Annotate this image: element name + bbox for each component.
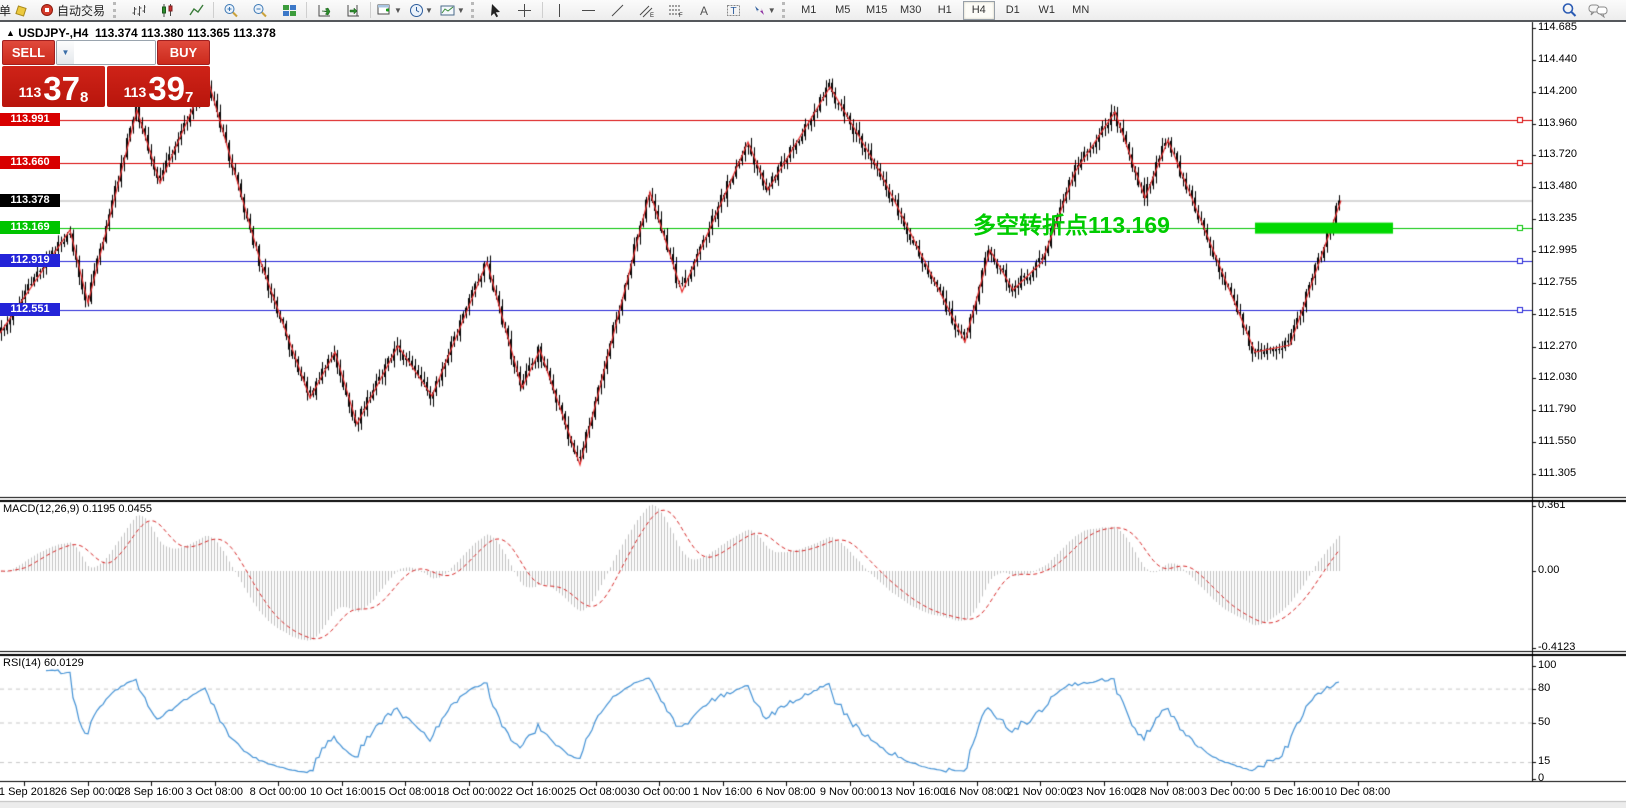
dropdown-caret: ▼ (768, 6, 776, 15)
buy-price-point: 7 (185, 91, 193, 105)
chat-button[interactable] (1584, 0, 1612, 21)
dropdown-caret: ▼ (457, 6, 465, 15)
buy-button[interactable]: BUY (157, 40, 210, 65)
period-dropdown[interactable]: ▼ (406, 0, 436, 21)
autotrading-icon (40, 3, 54, 17)
chart-canvas[interactable] (0, 0, 1626, 808)
sell-price-pips: 37 (43, 72, 80, 105)
new-order-button[interactable]: 单 (0, 0, 34, 21)
buy-price-bigfigure: 113 (124, 79, 147, 105)
fibonacci-button[interactable]: F (662, 0, 690, 21)
svg-text:A: A (700, 4, 708, 18)
template-icon (440, 3, 456, 18)
trendline-button[interactable] (604, 0, 632, 21)
zoom-in-button[interactable] (217, 0, 245, 21)
mt4-window: 单 自动交易 ▼ ▼ ▼ E F A T ▼ M1M5M1 (0, 0, 1626, 808)
new-order-icon (14, 4, 29, 17)
timeframe-button-d1[interactable]: D1 (997, 1, 1029, 20)
cursor-icon (488, 3, 503, 18)
tile-windows-icon (282, 3, 297, 18)
timeframe-button-h4[interactable]: H4 (963, 1, 995, 20)
horizontal-line-button[interactable] (575, 0, 603, 21)
volume-input[interactable] (74, 41, 156, 64)
sell-button[interactable]: SELL (2, 40, 55, 65)
text-label-button[interactable]: T (720, 0, 748, 21)
auto-scroll-button[interactable] (310, 0, 338, 21)
toolbar: 单 自动交易 ▼ ▼ ▼ E F A T ▼ M1M5M1 (0, 0, 1626, 22)
toolbar-drag-handle[interactable] (471, 2, 479, 18)
candlestick-chart-icon (160, 3, 175, 18)
line-chart-icon (189, 3, 204, 18)
autotrading-label: 自动交易 (57, 2, 105, 19)
zoom-out-button[interactable] (246, 0, 274, 21)
vertical-line-button[interactable] (546, 0, 574, 21)
timeframe-button-m1[interactable]: M1 (793, 1, 825, 20)
toolbar-drag-handle[interactable] (782, 2, 790, 18)
clock-icon (409, 3, 424, 18)
toolbar-separator (542, 2, 543, 18)
timeframe-button-w1[interactable]: W1 (1031, 1, 1063, 20)
chart-shift-icon (346, 3, 361, 18)
timeframe-button-m15[interactable]: M15 (861, 1, 893, 20)
new-chart-icon (377, 3, 393, 18)
search-button[interactable] (1555, 0, 1583, 21)
crosshair-icon (517, 3, 532, 18)
dropdown-caret: ▼ (425, 6, 433, 15)
line-chart-button[interactable] (182, 0, 210, 21)
bar-chart-icon (131, 3, 146, 18)
template-dropdown[interactable]: ▼ (437, 0, 468, 21)
timeframe-button-mn[interactable]: MN (1065, 1, 1097, 20)
vertical-line-icon (552, 3, 567, 18)
svg-text:T: T (731, 6, 737, 17)
search-icon (1561, 2, 1578, 18)
svg-text:F: F (679, 13, 683, 18)
text-icon: A (697, 3, 712, 18)
zoom-in-icon (223, 3, 239, 18)
arrows-dropdown[interactable]: ▼ (749, 0, 779, 21)
sell-price-bigfigure: 113 (19, 79, 42, 105)
sell-price-display[interactable]: 113 37 8 (2, 66, 105, 107)
equidistant-channel-button[interactable]: E (633, 0, 661, 21)
buy-price-display[interactable]: 113 39 7 (107, 66, 210, 107)
equidistant-channel-icon: E (639, 3, 655, 18)
candlestick-chart-button[interactable] (153, 0, 181, 21)
zoom-out-icon (252, 3, 268, 18)
tile-windows-button[interactable] (275, 0, 303, 21)
fibonacci-icon: F (668, 3, 684, 18)
chat-icon (1588, 3, 1608, 18)
timeframe-bar: M1M5M15M30H1H4D1W1MN (793, 1, 1097, 20)
toolbar-separator (213, 2, 214, 18)
trade-panel-controls: SELL ▼ ▲ BUY (2, 40, 210, 65)
dropdown-caret: ▼ (394, 6, 402, 15)
chart-shift-button[interactable] (339, 0, 367, 21)
volume-control: ▼ ▲ (56, 40, 156, 65)
autotrading-button[interactable]: 自动交易 (35, 0, 110, 21)
timeframe-button-m5[interactable]: M5 (827, 1, 859, 20)
buy-price-pips: 39 (148, 72, 185, 105)
toolbar-separator (306, 2, 307, 18)
new-order-label: 单 (0, 2, 11, 19)
bar-chart-button[interactable] (124, 0, 152, 21)
sell-price-point: 8 (80, 91, 88, 105)
svg-text:E: E (650, 13, 654, 18)
volume-decrease-button[interactable]: ▼ (57, 41, 74, 64)
trade-panel-prices: 113 37 8 113 39 7 (2, 66, 210, 107)
crosshair-button[interactable] (511, 0, 539, 21)
auto-scroll-icon (317, 3, 332, 18)
text-button[interactable]: A (691, 0, 719, 21)
cursor-button[interactable] (482, 0, 510, 21)
text-label-icon: T (726, 3, 741, 18)
one-click-trading-panel: SELL ▼ ▲ BUY 113 37 8 113 39 7 (2, 40, 210, 107)
new-chart-dropdown[interactable]: ▼ (374, 0, 405, 21)
trendline-icon (610, 3, 625, 18)
timeframe-button-m30[interactable]: M30 (895, 1, 927, 20)
toolbar-separator (370, 2, 371, 18)
timeframe-button-h1[interactable]: H1 (929, 1, 961, 20)
horizontal-line-icon (581, 3, 596, 18)
arrows-icon (752, 3, 767, 18)
toolbar-drag-handle[interactable] (113, 2, 121, 18)
